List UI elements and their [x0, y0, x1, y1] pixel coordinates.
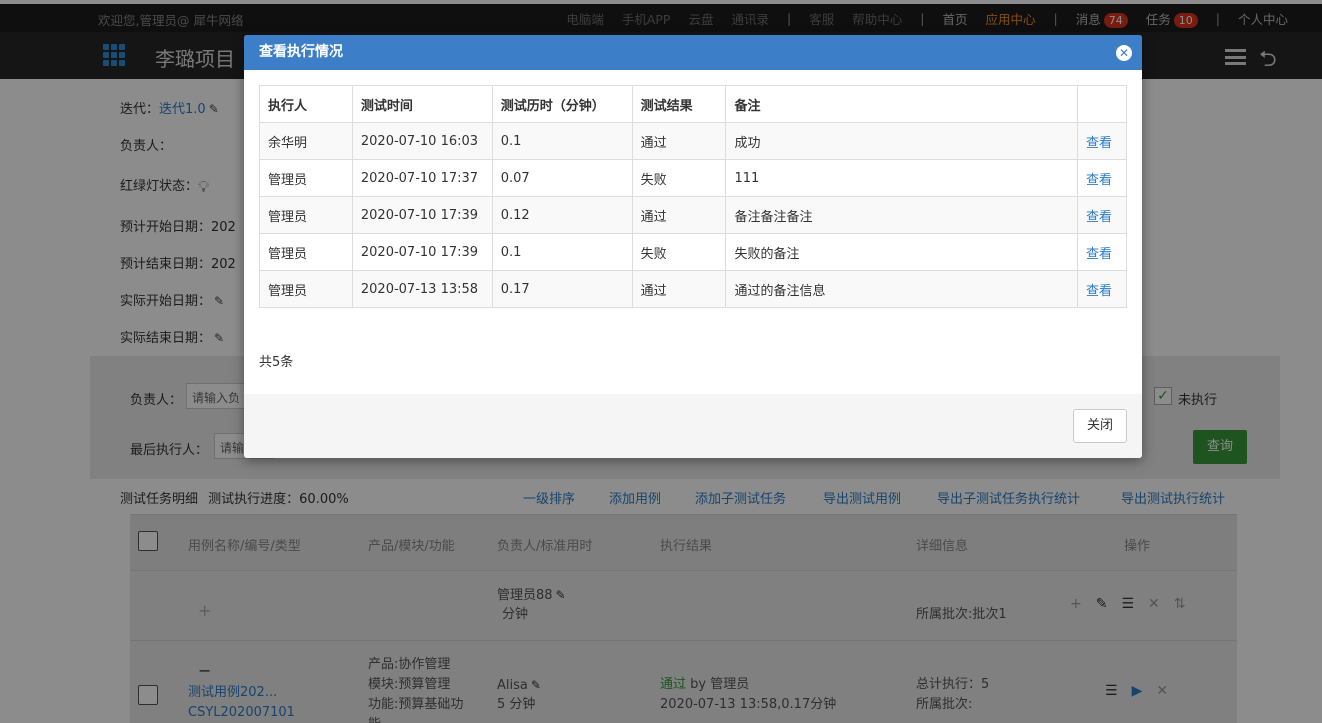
- executor: 管理员: [259, 159, 353, 197]
- table-row: 管理员 2020-07-10 17:39 0.12 通过 备注备注备注 查看: [259, 196, 1128, 234]
- total-count: 共5条: [259, 355, 294, 370]
- table-row: 余华明 2020-07-10 16:03 0.1 通过 成功 查看: [259, 122, 1128, 160]
- table-row: 管理员 2020-07-13 13:58 0.17 通过 通过的备注信息 查看: [259, 270, 1128, 308]
- duration: 0.12: [491, 196, 633, 234]
- col-duration: 测试历时（分钟）: [491, 85, 633, 123]
- modal-title: 查看执行情况: [259, 44, 343, 60]
- remark: 成功: [725, 122, 1078, 160]
- duration: 0.1: [491, 233, 633, 271]
- view-link[interactable]: 查看: [1076, 122, 1128, 160]
- result: 通过: [631, 122, 727, 160]
- test-time: 2020-07-10 16:03: [351, 122, 493, 160]
- duration: 0.17: [491, 270, 633, 308]
- result: 通过: [631, 270, 727, 308]
- table-row: 管理员 2020-07-10 17:37 0.07 失败 111 查看: [259, 159, 1128, 197]
- exec-table: 执行人 测试时间 测试历时（分钟） 测试结果 备注 余华明 2020-07-10…: [259, 85, 1128, 308]
- col-remark: 备注: [725, 85, 1078, 123]
- view-link[interactable]: 查看: [1076, 233, 1128, 271]
- remark: 111: [725, 159, 1078, 197]
- modal-footer: 关闭: [244, 394, 1142, 458]
- exec-status-modal: 查看执行情况 ✕ 执行人 测试时间 测试历时（分钟） 测试结果 备注 余华明 2…: [244, 35, 1142, 458]
- view-link[interactable]: 查看: [1076, 159, 1128, 197]
- executor: 余华明: [259, 122, 353, 160]
- result: 失败: [631, 159, 727, 197]
- test-time: 2020-07-10 17:37: [351, 159, 493, 197]
- close-icon[interactable]: ✕: [1116, 45, 1132, 61]
- view-link[interactable]: 查看: [1076, 196, 1128, 234]
- result: 通过: [631, 196, 727, 234]
- col-executor: 执行人: [259, 85, 353, 123]
- executor: 管理员: [259, 270, 353, 308]
- test-time: 2020-07-10 17:39: [351, 196, 493, 234]
- result: 失败: [631, 233, 727, 271]
- table-row: 管理员 2020-07-10 17:39 0.1 失败 失败的备注 查看: [259, 233, 1128, 271]
- col-action: [1076, 85, 1128, 123]
- col-result: 测试结果: [631, 85, 727, 123]
- duration: 0.07: [491, 159, 633, 197]
- remark: 备注备注备注: [725, 196, 1078, 234]
- executor: 管理员: [259, 233, 353, 271]
- executor: 管理员: [259, 196, 353, 234]
- duration: 0.1: [491, 122, 633, 160]
- col-test-time: 测试时间: [351, 85, 493, 123]
- test-time: 2020-07-13 13:58: [351, 270, 493, 308]
- close-button[interactable]: 关闭: [1073, 409, 1127, 443]
- remark: 通过的备注信息: [725, 270, 1078, 308]
- modal-header: 查看执行情况 ✕: [244, 35, 1142, 70]
- exec-table-header: 执行人 测试时间 测试历时（分钟） 测试结果 备注: [259, 85, 1128, 123]
- remark: 失败的备注: [725, 233, 1078, 271]
- test-time: 2020-07-10 17:39: [351, 233, 493, 271]
- view-link[interactable]: 查看: [1076, 270, 1128, 308]
